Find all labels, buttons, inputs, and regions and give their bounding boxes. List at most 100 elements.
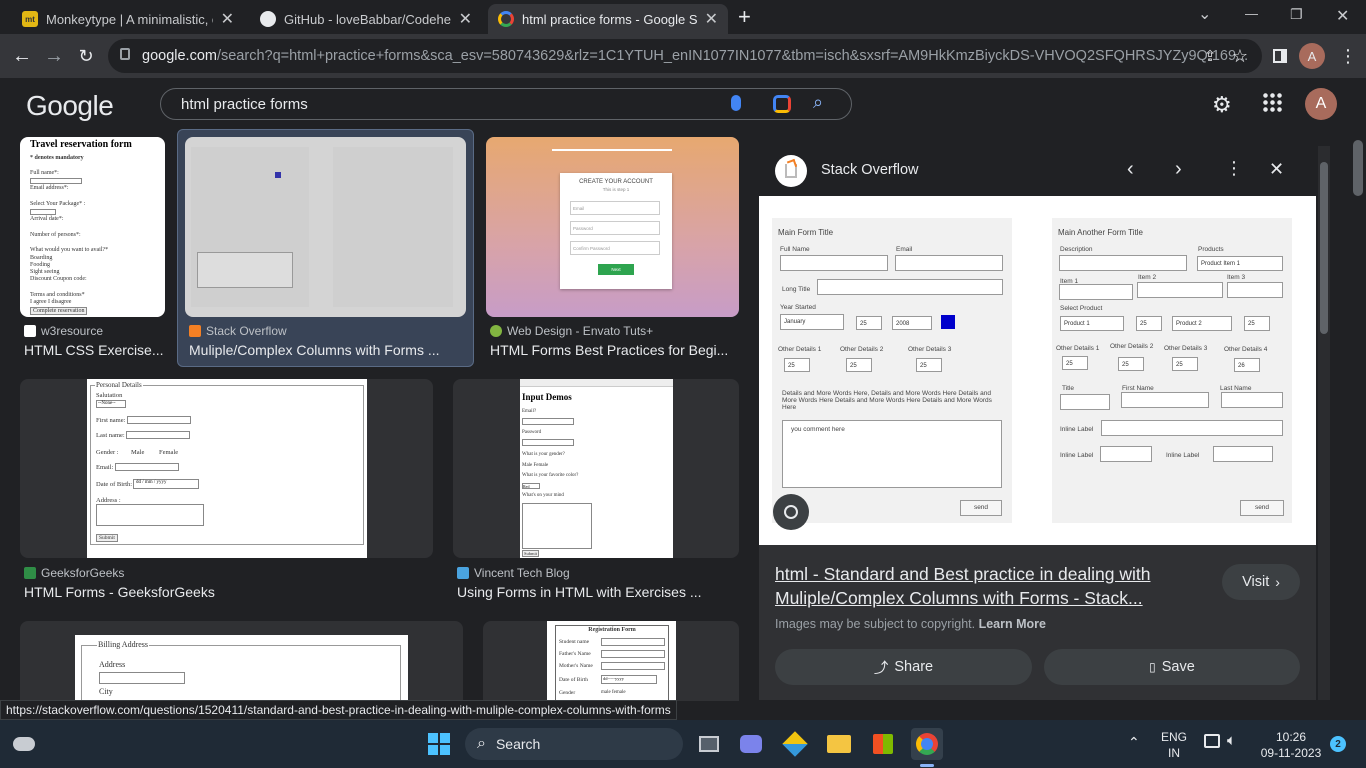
demo-line: Password bbox=[522, 430, 542, 435]
result-thumbnail-w3resource[interactable]: Travel reservation form * denotes mandat… bbox=[20, 137, 165, 317]
voice-search-icon[interactable] bbox=[731, 95, 741, 111]
new-tab-button[interactable]: + bbox=[738, 4, 751, 30]
network-icon[interactable] bbox=[1204, 734, 1220, 748]
long-title-input bbox=[817, 279, 1003, 295]
field-label: Other Details 3 bbox=[908, 346, 952, 353]
bookmark-star-icon[interactable]: ☆ bbox=[1226, 42, 1254, 70]
file-explorer-icon[interactable] bbox=[823, 728, 855, 760]
lens-icon[interactable] bbox=[773, 95, 791, 113]
panel-preview-image[interactable]: Main Form Title Full Name Email Long Tit… bbox=[759, 196, 1316, 545]
tab-google-search[interactable]: html practice forms - Google Sea ✕ bbox=[488, 4, 728, 34]
reload-icon[interactable]: ↻ bbox=[72, 42, 100, 70]
restore-button[interactable]: ❐ bbox=[1290, 6, 1303, 23]
result-source[interactable]: Stack Overflow bbox=[189, 324, 287, 338]
notification-badge[interactable]: 2 bbox=[1330, 736, 1346, 752]
input-demos-title: Input Demos bbox=[522, 392, 572, 402]
tab-search-chevron-icon[interactable]: ⌄ bbox=[1198, 4, 1211, 24]
result-thumbnail-registration[interactable]: Registration Form Student name Father's … bbox=[483, 621, 739, 701]
bookmark-icon: ▯ bbox=[1149, 660, 1156, 674]
billing-city-label: City bbox=[99, 687, 113, 696]
lens-search-button[interactable] bbox=[773, 494, 809, 530]
language-indicator[interactable]: ENG IN bbox=[1161, 729, 1187, 761]
page-scrollbar[interactable] bbox=[1350, 130, 1366, 720]
envato-favicon bbox=[490, 325, 502, 337]
forward-icon[interactable]: → bbox=[40, 42, 68, 70]
next-image-chevron-icon[interactable]: › bbox=[1175, 158, 1182, 181]
minimize-button[interactable]: — bbox=[1245, 6, 1258, 21]
result-thumbnail-stackoverflow[interactable] bbox=[185, 137, 466, 317]
close-panel-icon[interactable]: ✕ bbox=[1269, 159, 1284, 180]
close-window-button[interactable]: ✕ bbox=[1336, 6, 1349, 26]
link-status-url: https://stackoverflow.com/questions/1520… bbox=[0, 700, 677, 720]
result-thumbnail-envato[interactable]: CREATE YOUR ACCOUNT This is step 1 Email… bbox=[486, 137, 739, 317]
tab-github[interactable]: GitHub - loveBabbar/CodehelpY ✕ bbox=[250, 4, 482, 34]
task-view-icon[interactable] bbox=[693, 728, 725, 760]
stackoverflow-favicon bbox=[189, 325, 201, 337]
start-windows-icon[interactable] bbox=[423, 728, 455, 760]
more-options-icon[interactable]: ⋮ bbox=[1225, 158, 1243, 179]
result-thumbnail-vincent[interactable]: Input Demos Email? Password What is your… bbox=[453, 379, 739, 558]
share-page-icon[interactable]: ⇪ bbox=[1196, 42, 1224, 70]
personal-details-image: Personal Details Salutation --None-- Fir… bbox=[87, 379, 367, 558]
learn-more-link[interactable]: Learn More bbox=[979, 617, 1046, 631]
settings-gear-icon[interactable]: ⚙ bbox=[1212, 92, 1232, 118]
account-field: Email bbox=[570, 201, 660, 215]
result-source[interactable]: Web Design - Envato Tuts+ bbox=[490, 324, 653, 338]
registration-dob: dd-----yyyy bbox=[601, 675, 657, 684]
salutation-label: Salutation bbox=[96, 392, 123, 399]
result-title[interactable]: Muliple/Complex Columns with Forms ... bbox=[189, 342, 440, 358]
registration-row-label: Mother's Name bbox=[559, 663, 593, 669]
search-input[interactable]: html practice forms ⌕ bbox=[160, 88, 852, 120]
panel-scrollbar[interactable] bbox=[1318, 146, 1330, 700]
field-label: Other Details 2 bbox=[840, 346, 884, 353]
panel-result-title[interactable]: html - Standard and Best practice in dea… bbox=[775, 562, 1195, 610]
chrome-taskbar-icon[interactable] bbox=[911, 728, 943, 760]
year-select: 2008 bbox=[892, 316, 932, 330]
back-icon[interactable]: ← bbox=[8, 42, 36, 70]
browser-menu-icon[interactable]: ⋮ bbox=[1334, 42, 1362, 70]
taskbar-search-box[interactable]: ⌕ Search bbox=[465, 728, 683, 760]
teams-chat-icon[interactable] bbox=[735, 728, 767, 760]
page-scrollbar-thumb[interactable] bbox=[1353, 140, 1363, 196]
search-icon[interactable]: ⌕ bbox=[813, 92, 823, 113]
clock[interactable]: 10:26 09-11-2023 bbox=[1256, 729, 1326, 761]
result-title[interactable]: HTML Forms Best Practices for Begi... bbox=[490, 342, 728, 358]
side-panel-icon[interactable] bbox=[1266, 42, 1294, 70]
result-title[interactable]: Using Forms in HTML with Exercises ... bbox=[457, 584, 702, 600]
save-button[interactable]: ▯ Save bbox=[1044, 649, 1300, 685]
result-thumbnail-billing[interactable]: Billing Address Address City bbox=[20, 621, 463, 701]
travel-form-title: Travel reservation form bbox=[30, 139, 132, 150]
tab-close-icon[interactable]: ✕ bbox=[459, 9, 472, 29]
visit-button[interactable]: Visit › bbox=[1222, 564, 1300, 600]
google-logo[interactable]: Google bbox=[26, 90, 114, 122]
tab-close-icon[interactable]: ✕ bbox=[221, 9, 234, 29]
tab-close-icon[interactable]: ✕ bbox=[705, 9, 718, 29]
result-title[interactable]: HTML CSS Exercise... bbox=[24, 342, 164, 358]
other-select: 25 bbox=[1062, 356, 1088, 370]
panel-source-name[interactable]: Stack Overflow bbox=[821, 162, 919, 178]
demo-line: Male Female bbox=[522, 463, 549, 468]
result-source[interactable]: w3resource bbox=[24, 324, 103, 338]
tab-monkeytype[interactable]: mt Monkeytype | A minimalistic, cus ✕ bbox=[12, 4, 244, 34]
microsoft-store-icon[interactable] bbox=[867, 728, 899, 760]
profile-avatar[interactable]: A bbox=[1299, 43, 1325, 69]
field-label: Item 2 bbox=[1138, 274, 1157, 281]
result-thumbnail-geeksforgeeks[interactable]: Personal Details Salutation --None-- Fir… bbox=[20, 379, 433, 558]
address-bar[interactable]: google.com/search?q=html+practice+forms&… bbox=[108, 39, 1262, 73]
apps-grid-icon[interactable] bbox=[1262, 92, 1282, 112]
account-avatar[interactable]: A bbox=[1305, 88, 1337, 120]
volume-icon[interactable]: 🔈︎ bbox=[1227, 732, 1236, 749]
demo-line: What's on your mind bbox=[522, 493, 564, 498]
inline-input bbox=[1101, 420, 1283, 436]
tray-overflow-chevron-icon[interactable]: ⌃ bbox=[1128, 734, 1140, 751]
result-source[interactable]: Vincent Tech Blog bbox=[457, 566, 570, 580]
git-tool-icon[interactable] bbox=[779, 728, 811, 760]
result-title[interactable]: HTML Forms - GeeksforGeeks bbox=[24, 584, 215, 600]
previous-image-chevron-icon[interactable]: ‹ bbox=[1127, 158, 1134, 181]
panel-scrollbar-thumb[interactable] bbox=[1320, 162, 1328, 334]
field-label: First Name bbox=[1122, 385, 1154, 392]
share-button[interactable]: ⤴ Share bbox=[775, 649, 1032, 685]
result-source[interactable]: GeeksforGeeks bbox=[24, 566, 124, 580]
weather-icon[interactable] bbox=[8, 728, 40, 760]
day-select: 25 bbox=[856, 316, 882, 330]
